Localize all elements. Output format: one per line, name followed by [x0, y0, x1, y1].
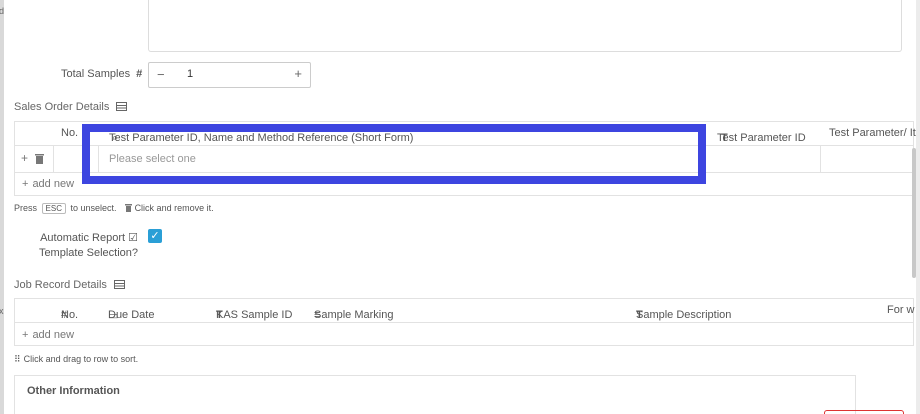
table-icon — [116, 102, 128, 111]
form-page: Total Samples # − 1 + Sales Order Detail… — [4, 0, 916, 414]
job-record-grid: No. # Due Date ▭ KAS Sample ID T Sample … — [14, 298, 915, 346]
job-record-title: Job Record Details — [14, 279, 125, 291]
col-no: No. — [61, 127, 79, 139]
checkbox-icon: ☑ — [128, 232, 138, 244]
total-samples-label: Total Samples # — [61, 68, 143, 80]
total-samples-stepper[interactable]: − 1 + — [148, 62, 311, 88]
add-new-row-button[interactable]: + add new — [22, 178, 74, 190]
increment-button[interactable]: + — [294, 66, 302, 81]
table-icon — [114, 280, 125, 289]
plus-icon: + — [22, 178, 29, 190]
esc-key: ESC — [41, 203, 66, 214]
unselect-hint: Press ESC to unselect. Click and remove … — [14, 203, 214, 214]
add-new-row-button[interactable]: + add new — [22, 329, 74, 341]
add-row-icon[interactable]: + — [21, 151, 28, 165]
decrement-button[interactable]: − — [157, 67, 165, 82]
description-textarea[interactable] — [148, 0, 902, 52]
scrollbar[interactable] — [912, 148, 916, 278]
highlight-box — [82, 124, 706, 184]
other-information-panel: Other Information — [14, 375, 856, 414]
text-type-icon: T — [636, 309, 643, 321]
text-type-icon: T — [721, 132, 728, 144]
auto-report-label: Automatic Report ☑ Template Selection? — [38, 232, 138, 259]
action-button[interactable] — [824, 410, 904, 414]
job-record-header: No. # Due Date ▭ KAS Sample ID T Sample … — [15, 299, 915, 323]
col-test-param-item: Test Parameter/ Ite — [829, 127, 916, 139]
trash-icon[interactable] — [35, 154, 44, 164]
sales-order-title: Sales Order Details — [14, 101, 128, 113]
other-information-title: Other Information — [27, 385, 120, 397]
text-type-icon: T — [216, 309, 223, 321]
plus-icon: + — [22, 329, 29, 341]
row-actions-cell: + — [15, 146, 54, 172]
list-icon: ≡ — [314, 309, 321, 321]
edge-text-2: x — [0, 306, 4, 316]
total-samples-value[interactable]: 1 — [187, 68, 193, 80]
sort-number-icon: # — [61, 309, 68, 321]
trash-icon — [125, 204, 133, 212]
hash-icon: # — [136, 68, 143, 80]
auto-report-checkbox[interactable]: ✓ — [148, 229, 162, 243]
calendar-icon: ▭ — [108, 310, 119, 322]
drag-handle-icon: ⠿ — [14, 354, 21, 364]
col-for-w: For w — [887, 304, 915, 316]
drag-sort-hint: ⠿ Click and drag to row to sort. — [14, 354, 139, 364]
